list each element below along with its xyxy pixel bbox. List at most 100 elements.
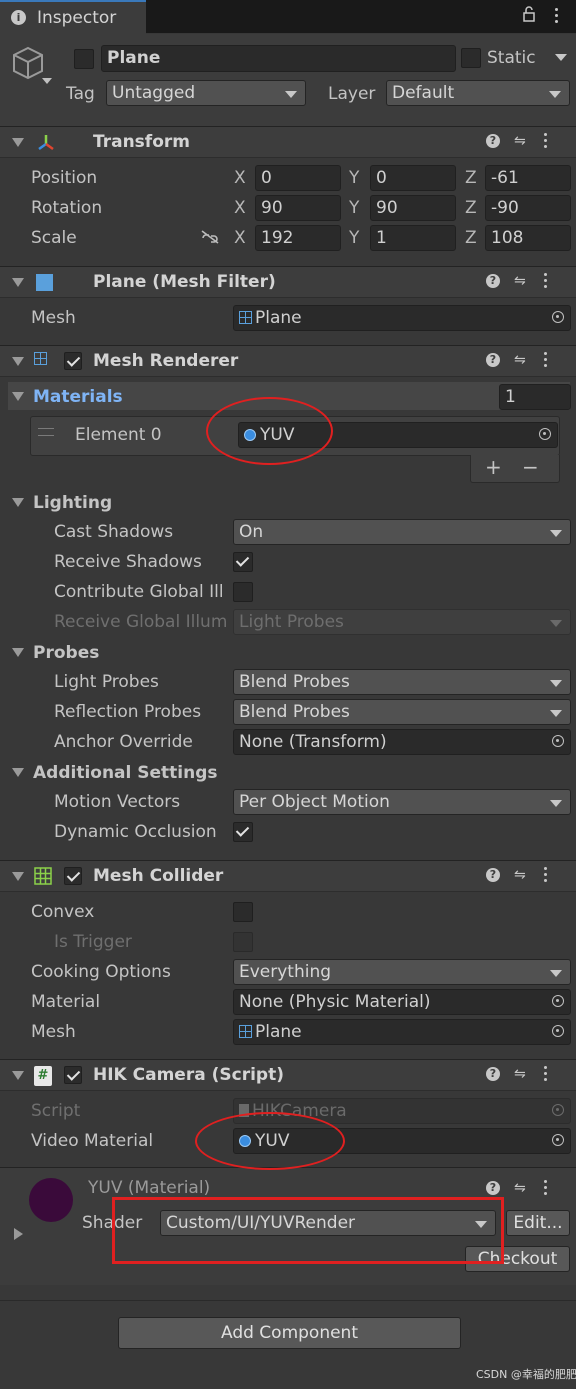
rotation-z: -90	[491, 198, 519, 218]
presets-icon[interactable]: ⇋	[514, 1180, 530, 1196]
mesh-renderer-enabled-checkbox[interactable]	[64, 352, 82, 370]
gameobject-icon[interactable]	[12, 44, 56, 88]
rotation-x: 90	[261, 198, 283, 218]
lock-icon[interactable]	[522, 6, 536, 22]
materials-foldout-icon[interactable]	[12, 392, 24, 401]
tab-menu-icon[interactable]	[555, 8, 559, 24]
collider-mesh-field[interactable]: Plane	[233, 1019, 571, 1045]
context-menu-icon[interactable]	[544, 352, 548, 368]
position-y-axis[interactable]: Y	[349, 166, 359, 190]
presets-icon[interactable]: ⇋	[514, 133, 530, 149]
dynamic-occlusion-label: Dynamic Occlusion	[54, 822, 217, 842]
unlinked-scale-icon[interactable]	[200, 229, 220, 245]
help-icon[interactable]: ?	[486, 274, 500, 288]
foldout-icon[interactable]	[12, 357, 24, 366]
help-icon[interactable]: ?	[486, 1181, 500, 1195]
reflection-probes-dropdown[interactable]: Blend Probes	[233, 699, 571, 725]
remove-element-button[interactable]: −	[522, 455, 539, 479]
edit-shader-button[interactable]: Edit...	[506, 1210, 570, 1236]
help-icon[interactable]: ?	[486, 353, 500, 367]
rotation-y-field[interactable]: 90	[370, 195, 456, 221]
position-y-field[interactable]: 0	[370, 165, 456, 191]
object-picker-icon[interactable]	[552, 1134, 564, 1146]
scale-x-axis[interactable]: X	[234, 226, 246, 250]
position-x-field[interactable]: 0	[255, 165, 341, 191]
transform-header[interactable]: Transform ? ⇋	[0, 126, 576, 158]
object-picker-icon[interactable]	[552, 311, 564, 323]
material-preview-swatch[interactable]	[29, 1178, 73, 1222]
scale-x-field[interactable]: 192	[255, 225, 341, 251]
tab-inspector[interactable]: i Inspector	[0, 0, 146, 34]
collider-material-field[interactable]: None (Physic Material)	[233, 989, 571, 1015]
mesh-filter-header[interactable]: Plane (Mesh Filter) ? ⇋	[0, 266, 576, 298]
foldout-icon[interactable]	[12, 1071, 24, 1080]
anchor-override-field[interactable]: None (Transform)	[233, 729, 571, 755]
light-probes-dropdown[interactable]: Blend Probes	[233, 669, 571, 695]
scale-y-axis[interactable]: Y	[349, 226, 359, 250]
receive-shadows-checkbox[interactable]	[233, 552, 253, 572]
lighting-foldout-icon[interactable]	[12, 498, 24, 507]
rotation-z-field[interactable]: -90	[485, 195, 571, 221]
object-picker-icon[interactable]	[552, 1025, 564, 1037]
chevron-down-icon	[550, 970, 562, 977]
object-picker-icon[interactable]	[552, 735, 564, 747]
presets-icon[interactable]: ⇋	[514, 273, 530, 289]
rotation-x-axis[interactable]: X	[234, 196, 246, 220]
transform-title: Transform	[93, 132, 190, 152]
rotation-y-axis[interactable]: Y	[349, 196, 359, 220]
context-menu-icon[interactable]	[544, 867, 548, 883]
context-menu-icon[interactable]	[544, 1180, 548, 1196]
cast-shadows-dropdown[interactable]: On	[233, 519, 571, 545]
context-menu-icon[interactable]	[544, 273, 548, 289]
object-picker-icon[interactable]	[539, 428, 551, 440]
context-menu-icon[interactable]	[544, 133, 548, 149]
layer-label: Layer	[328, 84, 376, 104]
layer-dropdown[interactable]: Default	[386, 80, 570, 106]
object-name-field[interactable]: Plane	[101, 45, 456, 72]
convex-checkbox[interactable]	[233, 902, 253, 922]
foldout-icon[interactable]	[12, 138, 24, 147]
help-icon[interactable]: ?	[486, 1067, 500, 1081]
context-menu-icon[interactable]	[544, 1066, 548, 1082]
motion-vectors-dropdown[interactable]: Per Object Motion	[233, 789, 571, 815]
scale-y-field[interactable]: 1	[370, 225, 456, 251]
contribute-gi-checkbox[interactable]	[233, 582, 253, 602]
cooking-options-dropdown[interactable]: Everything	[233, 959, 571, 985]
presets-icon[interactable]: ⇋	[514, 1066, 530, 1082]
position-z-axis[interactable]: Z	[465, 166, 477, 190]
rotation-x-field[interactable]: 90	[255, 195, 341, 221]
mesh-field[interactable]: Plane	[233, 305, 571, 331]
tag-dropdown[interactable]: Untagged	[106, 80, 306, 106]
presets-icon[interactable]: ⇋	[514, 352, 530, 368]
mesh-collider-enabled-checkbox[interactable]	[64, 867, 82, 885]
hik-camera-header[interactable]: # HIK Camera (Script) ? ⇋	[0, 1059, 576, 1091]
help-icon[interactable]: ?	[486, 134, 500, 148]
static-dropdown-icon[interactable]	[555, 54, 567, 61]
active-toggle[interactable]	[74, 49, 94, 69]
dynamic-occlusion-checkbox[interactable]	[233, 822, 253, 842]
foldout-icon[interactable]	[12, 278, 24, 287]
static-toggle[interactable]	[461, 48, 481, 68]
object-picker-icon[interactable]	[552, 995, 564, 1007]
drag-handle-icon[interactable]	[38, 428, 54, 436]
add-component-button[interactable]: Add Component	[118, 1317, 461, 1349]
anchor-value: None (Transform)	[239, 732, 387, 752]
add-element-button[interactable]: +	[485, 455, 502, 479]
is-trigger-label: Is Trigger	[54, 932, 132, 952]
hik-camera-enabled-checkbox[interactable]	[64, 1066, 82, 1084]
presets-icon[interactable]: ⇋	[514, 867, 530, 883]
probes-foldout-icon[interactable]	[12, 648, 24, 657]
materials-count-field[interactable]: 1	[499, 384, 571, 410]
scale-z-field[interactable]: 108	[485, 225, 571, 251]
script-icon: #	[34, 1066, 52, 1086]
scale-z-axis[interactable]: Z	[465, 226, 477, 250]
help-icon[interactable]: ?	[486, 868, 500, 882]
rotation-z-axis[interactable]: Z	[465, 196, 477, 220]
mesh-collider-header[interactable]: Mesh Collider ? ⇋	[0, 860, 576, 892]
additional-foldout-icon[interactable]	[12, 768, 24, 777]
material-foldout-icon[interactable]	[14, 1228, 23, 1240]
position-x-axis[interactable]: X	[234, 166, 246, 190]
mesh-renderer-header[interactable]: Mesh Renderer ? ⇋	[0, 345, 576, 377]
foldout-icon[interactable]	[12, 872, 24, 881]
position-z-field[interactable]: -61	[485, 165, 571, 191]
